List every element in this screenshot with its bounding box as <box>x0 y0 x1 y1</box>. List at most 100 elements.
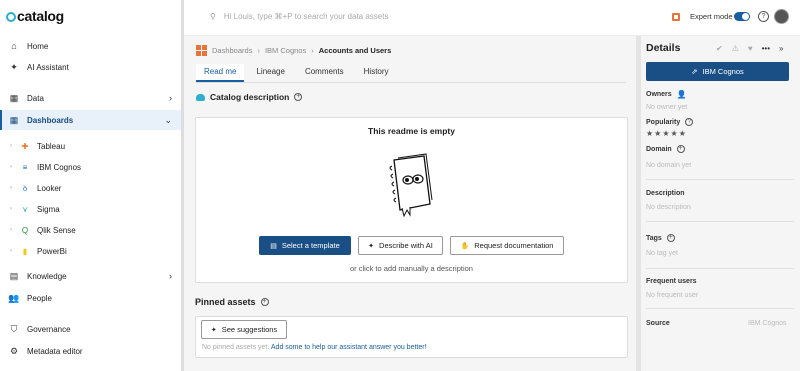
tab-history[interactable]: History <box>356 64 397 82</box>
frequent-users-value: No frequent user <box>646 292 699 299</box>
breadcrumb-dashboards[interactable]: Dashboards <box>212 46 252 55</box>
domain-label: Domain + <box>646 145 685 153</box>
pinned-assets-header: Pinned assets + <box>195 297 269 307</box>
sidebar-subitem-powerbi[interactable]: › ▮ PowerBi <box>0 241 181 261</box>
add-owner-icon[interactable]: 👤 <box>677 90 687 99</box>
topbar: ⚲ Hi Louis, type ⌘+P to search your data… <box>184 0 800 36</box>
sidebar-subitem-sigma[interactable]: › ⋎ Sigma <box>0 199 181 219</box>
sidebar-item-home[interactable]: ⌂ Home <box>0 36 181 56</box>
sparkle-icon: ✦ <box>368 242 375 250</box>
brand-logo[interactable]: catalog <box>6 8 64 24</box>
sidebar-subitem-ibm-cognos[interactable]: › ≡ IBM Cognos <box>0 157 181 177</box>
add-pinned-icon[interactable]: + <box>260 298 269 306</box>
sidebar-subitem-qlik-sense[interactable]: › Q Qlik Sense <box>0 220 181 240</box>
tags-label: Tags + <box>646 234 675 242</box>
ibm-icon: ≡ <box>22 162 28 172</box>
sidebar-item-knowledge[interactable]: ▤ Knowledge › <box>0 266 181 286</box>
search-input[interactable]: ⚲ Hi Louis, type ⌘+P to search your data… <box>210 12 388 21</box>
details-actions: ✔ ⚠ ♥ ••• » <box>716 44 783 53</box>
select-template-button[interactable]: ▤ Select a template <box>259 236 351 255</box>
looker-icon: ꝺ <box>22 183 28 193</box>
popularity-stars: ★★★★★ <box>646 129 687 138</box>
add-domain-icon[interactable]: + <box>676 145 685 153</box>
breadcrumb: Dashboards › IBM Cognos › Accounts and U… <box>196 45 391 56</box>
sidebar-item-people[interactable]: 👥 People <box>0 288 181 308</box>
describe-with-ai-button[interactable]: ✦ Describe with AI <box>358 236 443 255</box>
owners-label: Owners 👤 <box>646 90 687 99</box>
sidebar-item-dashboards[interactable]: ▦ Dashboards ⌄ <box>0 110 181 130</box>
sidebar-item-metadata-editor[interactable]: ⚙ Metadata editor <box>0 341 181 361</box>
readme-panel: This readme is empty ▤ Select a template… <box>195 117 628 283</box>
sidebar: catalog ⌂ Home ✦ AI Assistant ▦ Data › ▦… <box>0 0 184 371</box>
manual-description-link[interactable]: or click to add manually a description <box>196 264 627 273</box>
source-label: Source <box>646 320 670 327</box>
divider <box>646 308 794 309</box>
main-content: Dashboards › IBM Cognos › Accounts and U… <box>184 36 636 371</box>
sidebar-item-governance[interactable]: ⛉ Governance <box>0 319 181 339</box>
sidebar-subitem-looker[interactable]: › ꝺ Looker <box>0 178 181 198</box>
catalog-description-header: Catalog description + <box>196 92 303 102</box>
empty-notebook-illustration <box>389 153 433 218</box>
caret-right-icon: › <box>10 227 12 233</box>
help-icon[interactable]: ? <box>758 11 769 22</box>
expert-mode-label: Expert mode <box>690 12 733 21</box>
caret-right-icon: › <box>10 164 12 170</box>
details-panel: Details ✔ ⚠ ♥ ••• » ⇗ IBM Cognos Owners … <box>640 36 800 371</box>
pinned-assets-panel: ✦ See suggestions No pinned assets yet. … <box>195 316 628 358</box>
chevron-down-icon: ⌄ <box>164 114 172 125</box>
gear-icon: ⚙ <box>9 345 19 356</box>
domain-value: No domain yet <box>646 162 692 169</box>
divider <box>646 268 794 269</box>
add-description-icon[interactable]: + <box>294 93 303 101</box>
tab-read-me[interactable]: Read me <box>196 64 245 82</box>
sigma-icon: ⋎ <box>22 204 28 214</box>
tab-lineage[interactable]: Lineage <box>248 64 292 82</box>
verify-icon[interactable]: ✔ <box>716 44 723 53</box>
book-icon: ▤ <box>9 270 19 281</box>
catalog-logo-icon <box>6 12 16 22</box>
no-pinned-text: No pinned assets yet. Add some to help o… <box>202 344 427 351</box>
hand-icon: ✋ <box>460 242 470 250</box>
warning-icon[interactable]: ⚠ <box>732 44 739 53</box>
tags-value: No tag yet <box>646 250 678 257</box>
caret-right-icon: › <box>10 143 12 149</box>
chevron-right-icon: › <box>169 93 172 103</box>
table-icon: ▦ <box>9 92 19 103</box>
open-source-button[interactable]: ⇗ IBM Cognos <box>646 62 789 81</box>
heart-icon[interactable]: ♥ <box>748 44 753 53</box>
people-icon: 👥 <box>8 292 20 303</box>
expert-mode-toggle[interactable] <box>734 12 750 21</box>
description-label: Description <box>646 190 685 197</box>
external-link-icon: ⇗ <box>691 67 698 76</box>
powerbi-icon: ▮ <box>22 246 28 256</box>
shield-icon: ⛉ <box>10 323 18 334</box>
request-documentation-button[interactable]: ✋ Request documentation <box>450 236 564 255</box>
description-value: No description <box>646 204 691 211</box>
divider <box>196 82 626 83</box>
sidebar-item-ai-assistant[interactable]: ✦ AI Assistant <box>0 57 181 77</box>
see-suggestions-button[interactable]: ✦ See suggestions <box>201 320 287 339</box>
notification-icon[interactable] <box>671 12 681 22</box>
info-icon[interactable]: ? <box>685 118 694 126</box>
divider <box>646 179 794 180</box>
page-title: Accounts and Users <box>318 46 392 55</box>
divider <box>646 221 794 222</box>
readme-empty-title: This readme is empty <box>368 126 455 136</box>
frequent-users-label: Frequent users <box>646 278 697 285</box>
sidebar-subitem-tableau[interactable]: › ✚ Tableau <box>0 136 181 156</box>
add-pinned-link[interactable]: Add some to help our assistant answer yo… <box>271 344 427 351</box>
sidebar-item-data[interactable]: ▦ Data › <box>0 88 181 108</box>
breadcrumb-ibm-cognos[interactable]: IBM Cognos <box>265 46 306 55</box>
tab-comments[interactable]: Comments <box>297 64 352 82</box>
caret-right-icon: › <box>10 248 12 254</box>
tab-bar: Read me Lineage Comments History <box>196 64 401 82</box>
dashboard-icon: ▦ <box>9 114 19 125</box>
home-icon: ⌂ <box>11 41 17 51</box>
search-icon: ⚲ <box>210 12 216 21</box>
collapse-icon[interactable]: » <box>779 44 783 53</box>
avatar[interactable] <box>774 9 789 24</box>
add-tag-icon[interactable]: + <box>666 234 675 242</box>
chevron-right-icon: › <box>169 271 172 281</box>
popularity-label: Popularity ? <box>646 118 694 126</box>
more-icon[interactable]: ••• <box>762 44 770 53</box>
